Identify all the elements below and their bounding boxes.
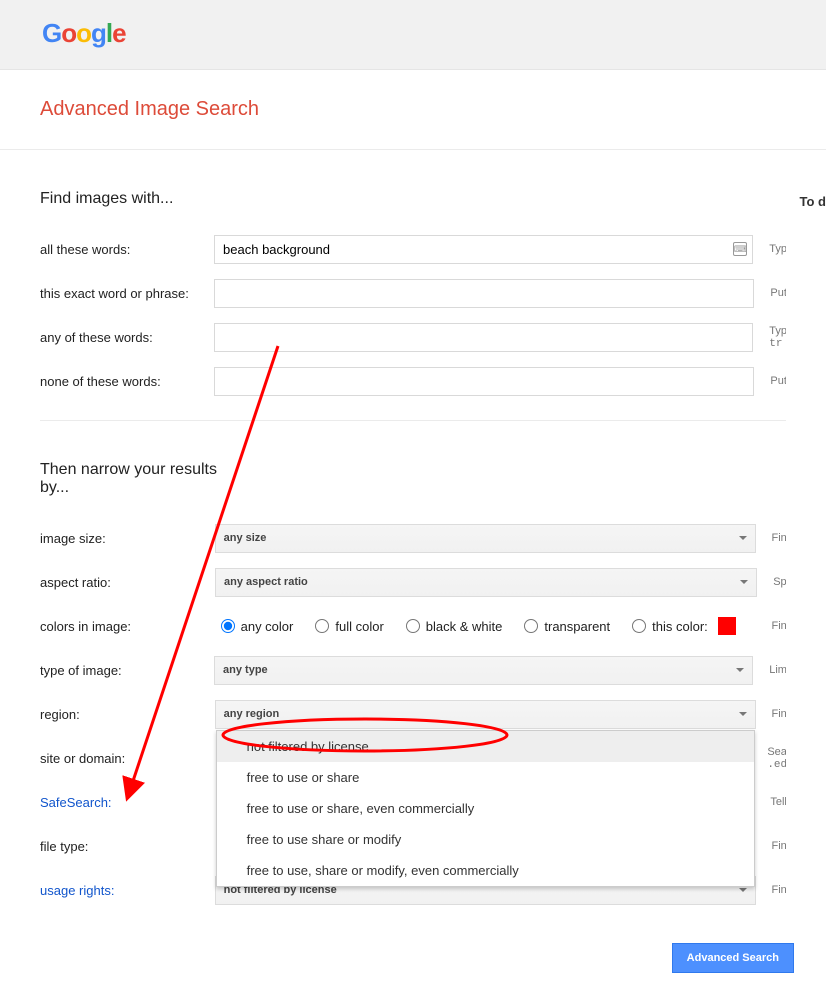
dropdown-aspect-ratio[interactable]: any aspect ratio: [215, 568, 757, 597]
row-type: type of image: any type Lim: [40, 649, 786, 691]
google-logo[interactable]: Google: [42, 18, 126, 48]
radio-black-white[interactable]: black & white: [406, 619, 503, 634]
label-region: region:: [40, 707, 215, 722]
label-aspect-ratio: aspect ratio:: [40, 575, 215, 590]
opt-free-commercial[interactable]: free to use or share, even commercially: [217, 793, 754, 824]
row-colors: colors in image: any color full color bl…: [40, 605, 786, 647]
narrow-section-title: Then narrow your results by...: [40, 461, 240, 497]
row-aspect-ratio: aspect ratio: any aspect ratio Sp: [40, 561, 786, 603]
hint-any-words: Typtr: [753, 325, 786, 350]
hint-exact-phrase: Put: [754, 287, 786, 299]
input-all-words[interactable]: [214, 235, 753, 264]
label-all-words: all these words:: [40, 242, 214, 257]
label-exact-phrase: this exact word or phrase:: [40, 286, 214, 301]
label-image-size: image size:: [40, 531, 215, 546]
dropdown-type[interactable]: any type: [214, 656, 753, 685]
header: Google: [0, 0, 826, 70]
row-all-words: all these words: ⌨ Typ: [40, 228, 786, 270]
divider: [40, 420, 786, 421]
row-exact-phrase: this exact word or phrase: Put: [40, 272, 786, 314]
keyboard-icon[interactable]: ⌨: [733, 242, 747, 256]
row-none-words: none of these words: Put: [40, 360, 786, 402]
button-row: Advanced Search: [0, 913, 826, 993]
hint-all-words: Typ: [753, 243, 786, 255]
find-section-title: Find images with...: [40, 190, 786, 208]
hint-site: Sea.ed: [751, 746, 786, 771]
opt-free-modify[interactable]: free to use share or modify: [217, 824, 754, 855]
hint-region: Fin: [756, 708, 787, 720]
radio-any-color[interactable]: any color: [221, 619, 294, 634]
hint-colors: Fin: [756, 620, 787, 632]
opt-free-modify-commercial[interactable]: free to use, share or modify, even comme…: [217, 855, 754, 886]
row-region: region: any region not filtered by licen…: [40, 693, 786, 735]
opt-free-use-share[interactable]: free to use or share: [217, 762, 754, 793]
opt-not-filtered[interactable]: not filtered by license: [217, 731, 754, 762]
input-any-words[interactable]: [214, 323, 753, 352]
row-any-words: any of these words: Typtr: [40, 316, 786, 358]
dropdown-image-size[interactable]: any size: [215, 524, 756, 553]
label-file-type: file type:: [40, 839, 215, 854]
input-exact-phrase[interactable]: [214, 279, 754, 308]
label-site: site or domain:: [40, 751, 214, 766]
hint-file-type: Fin: [756, 840, 787, 852]
label-safesearch[interactable]: SafeSearch:: [40, 795, 214, 810]
hint-none-words: Put: [754, 375, 786, 387]
color-swatch[interactable]: [718, 617, 736, 635]
hint-safesearch: Tell: [754, 796, 786, 808]
hint-usage-rights: Fin: [756, 884, 787, 896]
radio-transparent[interactable]: transparent: [524, 619, 610, 634]
hint-image-size: Fin: [756, 532, 787, 544]
dropdown-region[interactable]: any region not filtered by license free …: [215, 700, 756, 729]
label-none-words: none of these words:: [40, 374, 214, 389]
row-image-size: image size: any size Fin: [40, 517, 786, 559]
hint-type: Lim: [753, 664, 786, 676]
to-do-label: To d: [800, 194, 826, 209]
input-none-words[interactable]: [214, 367, 754, 396]
hint-aspect-ratio: Sp: [757, 576, 786, 588]
label-colors: colors in image:: [40, 619, 215, 634]
dropdown-region-list: not filtered by license free to use or s…: [216, 730, 755, 887]
radio-full-color[interactable]: full color: [315, 619, 383, 634]
advanced-search-button[interactable]: Advanced Search: [672, 943, 794, 973]
label-usage-rights[interactable]: usage rights:: [40, 883, 215, 898]
page-title: Advanced Image Search: [0, 70, 826, 150]
label-type: type of image:: [40, 663, 214, 678]
radio-this-color[interactable]: this color:: [632, 617, 736, 635]
label-any-words: any of these words:: [40, 330, 214, 345]
find-images-section: Find images with... all these words: ⌨ T…: [0, 190, 826, 911]
